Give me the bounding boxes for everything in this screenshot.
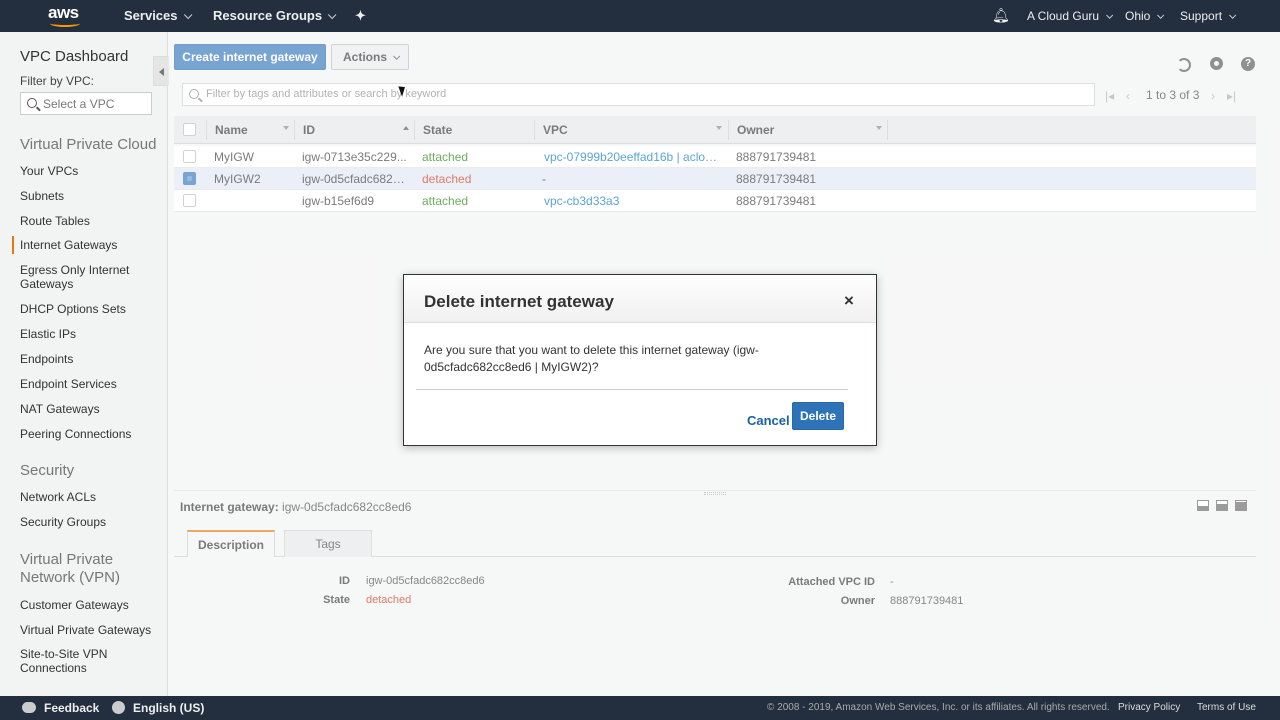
footer: Feedback English (US) © 2008 - 2019, Ama… xyxy=(0,696,1280,720)
sidebar-item-endpoints[interactable]: Endpoints xyxy=(20,352,73,366)
delete-internet-gateway-dialog: Delete internet gateway × Are you sure t… xyxy=(403,274,877,446)
services-label: Services xyxy=(124,8,178,23)
section-security: Security xyxy=(20,462,75,479)
resource-groups-menu[interactable]: Resource Groups xyxy=(213,8,337,23)
sidebar: VPC Dashboard Filter by VPC: Select a VP… xyxy=(0,32,169,696)
sidebar-item-egress-only-internet-gateways[interactable]: Egress Only Internet Gateways xyxy=(20,263,140,291)
sidebar-collapse-button[interactable] xyxy=(153,56,169,86)
vpc-select[interactable]: Select a VPC xyxy=(20,92,152,115)
copyright-text: © 2008 - 2019, Amazon Web Services, Inc.… xyxy=(767,702,1110,713)
dialog-title: Delete internet gateway xyxy=(424,292,614,311)
region-label: Ohio xyxy=(1125,9,1151,23)
chevron-down-icon xyxy=(1229,11,1237,19)
top-navigation: aws Services Resource Groups ✦ 🔔︎ A Clou… xyxy=(0,0,1280,32)
sidebar-item-elastic-ips[interactable]: Elastic IPs xyxy=(20,327,76,341)
support-label: Support xyxy=(1180,9,1223,23)
sidebar-item-your-vpcs[interactable]: Your VPCs xyxy=(20,164,78,178)
resource-groups-label: Resource Groups xyxy=(213,8,323,23)
vpc-select-placeholder: Select a VPC xyxy=(43,97,115,111)
search-icon xyxy=(27,98,37,108)
filter-vpc-label: Filter by VPC: xyxy=(20,74,95,88)
privacy-policy-link[interactable]: Privacy Policy xyxy=(1118,702,1180,713)
aws-smile-icon xyxy=(50,20,80,27)
sidebar-item-internet-gateways[interactable]: Internet Gateways xyxy=(20,238,117,252)
chevron-down-icon xyxy=(1157,11,1165,19)
sidebar-item-endpoint-services[interactable]: Endpoint Services xyxy=(20,377,117,391)
sidebar-item-subnets[interactable]: Subnets xyxy=(20,189,64,203)
sidebar-item-peering-connections[interactable]: Peering Connections xyxy=(20,427,131,441)
language-selector[interactable]: English (US) xyxy=(133,701,204,715)
sidebar-item-dhcp-options-sets[interactable]: DHCP Options Sets xyxy=(20,302,126,316)
dialog-header: Delete internet gateway × xyxy=(404,275,876,323)
section-virtual-private-cloud: Virtual Private Cloud xyxy=(20,136,157,153)
bell-icon[interactable]: 🔔︎ xyxy=(992,7,1010,24)
sidebar-title[interactable]: VPC Dashboard xyxy=(20,48,128,65)
aws-logo[interactable]: aws xyxy=(48,3,82,29)
account-menu[interactable]: A Cloud Guru xyxy=(1027,9,1114,23)
delete-button[interactable]: Delete xyxy=(792,402,844,430)
sidebar-item-security-groups[interactable]: Security Groups xyxy=(20,515,106,529)
cancel-button[interactable]: Cancel xyxy=(747,413,790,428)
close-icon[interactable]: × xyxy=(844,291,854,311)
region-menu[interactable]: Ohio xyxy=(1125,9,1165,23)
globe-icon xyxy=(112,701,125,714)
dialog-divider xyxy=(416,389,848,390)
sidebar-item-nat-gateways[interactable]: NAT Gateways xyxy=(20,402,100,416)
chevron-down-icon xyxy=(1106,11,1114,19)
sidebar-item-route-tables[interactable]: Route Tables xyxy=(20,214,90,228)
sidebar-item-site-to-site-vpn-connections[interactable]: Site-to-Site VPN Connections xyxy=(20,647,130,675)
account-label: A Cloud Guru xyxy=(1027,9,1100,23)
chevron-down-icon xyxy=(183,10,192,20)
pin-icon[interactable]: ✦ xyxy=(355,8,366,24)
dialog-message: Are you sure that you want to delete thi… xyxy=(424,343,759,374)
active-indicator xyxy=(12,236,14,254)
support-menu[interactable]: Support xyxy=(1180,9,1237,23)
terms-of-use-link[interactable]: Terms of Use xyxy=(1197,702,1256,713)
sidebar-item-virtual-private-gateways[interactable]: Virtual Private Gateways xyxy=(20,623,151,637)
sidebar-item-network-acls[interactable]: Network ACLs xyxy=(20,490,96,504)
feedback-icon xyxy=(22,702,36,713)
feedback-link[interactable]: Feedback xyxy=(44,701,99,715)
chevron-down-icon xyxy=(327,10,337,20)
services-menu[interactable]: Services xyxy=(124,8,192,23)
sidebar-item-customer-gateways[interactable]: Customer Gateways xyxy=(20,598,129,612)
section-vpn: Virtual Private Network (VPN) xyxy=(20,551,121,586)
